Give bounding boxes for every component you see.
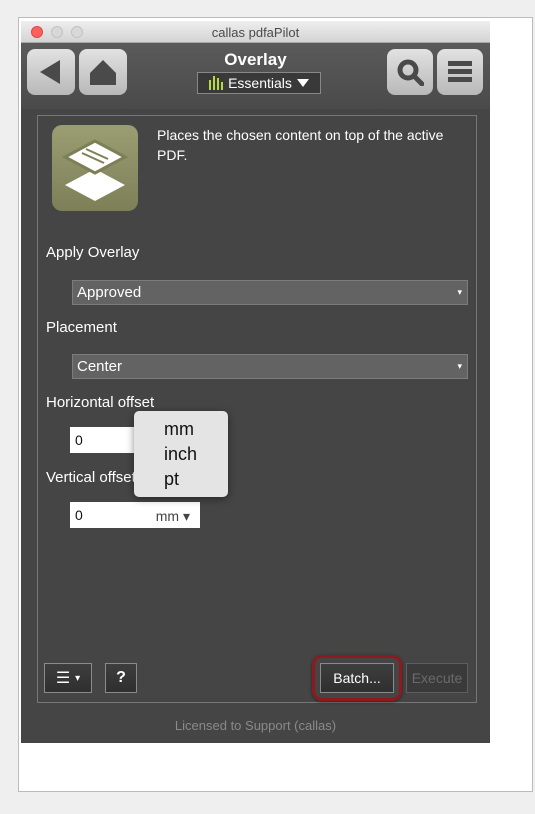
- placement-value: Center: [77, 358, 123, 375]
- license-footer: Licensed to Support (callas): [174, 718, 337, 733]
- placement-label: Placement: [46, 319, 117, 336]
- chevron-down-icon: ▾: [457, 361, 462, 371]
- apply-overlay-value: Approved: [77, 284, 142, 301]
- chevron-down-icon: [296, 79, 309, 87]
- search-button[interactable]: [387, 49, 433, 95]
- unit-dropdown-menu: mm inch pt: [134, 411, 228, 497]
- search-icon: [397, 59, 424, 86]
- apply-overlay-label: Apply Overlay: [46, 244, 140, 261]
- unit-option-mm[interactable]: mm: [164, 419, 194, 440]
- horizontal-offset-value: 0: [75, 432, 83, 448]
- execute-button[interactable]: Execute: [406, 663, 468, 693]
- batch-highlight: [312, 655, 402, 701]
- bars-icon: [209, 76, 224, 90]
- vertical-offset-value: 0: [75, 507, 83, 523]
- chevron-down-icon: ▾: [75, 672, 81, 684]
- vertical-offset-field[interactable]: 0 mm ▾: [70, 502, 200, 528]
- apply-overlay-select[interactable]: Approved ▾: [72, 280, 468, 305]
- menu-icon: [448, 61, 472, 82]
- profile-selector-label: Essentials: [228, 75, 292, 91]
- menu-button[interactable]: [437, 49, 483, 95]
- unit-option-pt[interactable]: pt: [164, 469, 179, 490]
- overlay-icon: [52, 125, 138, 211]
- panel-description: Places the chosen content on top of the …: [157, 127, 444, 163]
- options-menu-button[interactable]: ☰ ▾: [44, 663, 92, 693]
- help-button[interactable]: ?: [105, 663, 137, 693]
- options-menu-icon: ☰: [55, 670, 71, 687]
- toolbar: Overlay Essentials: [21, 43, 490, 109]
- vertical-offset-unit[interactable]: mm ▾: [156, 508, 190, 525]
- vertical-offset-label: Vertical offset: [46, 469, 136, 486]
- chevron-down-icon: ▾: [457, 287, 462, 297]
- title-bar: callas pdfaPilot: [21, 21, 490, 43]
- horizontal-offset-label: Horizontal offset: [46, 394, 155, 411]
- placement-select[interactable]: Center ▾: [72, 354, 468, 379]
- unit-option-inch[interactable]: inch: [164, 444, 197, 465]
- window-title: callas pdfaPilot: [211, 25, 300, 40]
- profile-selector[interactable]: Essentials: [197, 72, 321, 94]
